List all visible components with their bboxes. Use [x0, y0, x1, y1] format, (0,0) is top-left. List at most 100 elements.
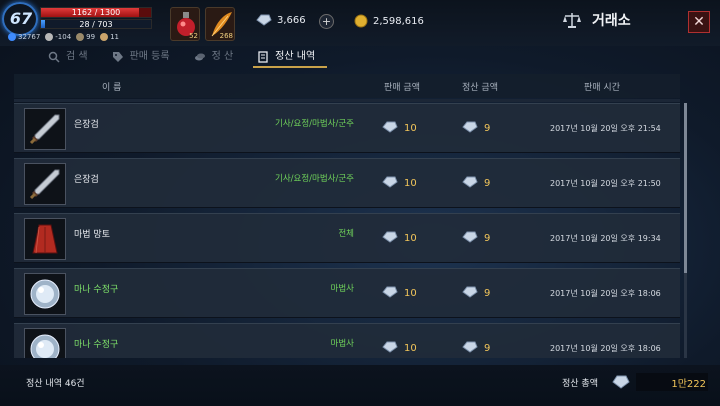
- sale-amount: 10: [382, 121, 417, 136]
- sale-amount: 10: [382, 286, 417, 301]
- settle-amount: 9: [462, 176, 490, 191]
- item-name: 마법 망토: [74, 230, 110, 240]
- sale-amount-value: 10: [404, 123, 417, 134]
- item-classes: 마법사: [330, 339, 354, 349]
- gold-amount: 2,598,616: [373, 15, 424, 27]
- skull-icon: [45, 33, 54, 41]
- item-name: 은장검: [74, 175, 99, 185]
- settle-amount-value: 9: [484, 178, 491, 189]
- stat-hunger-value: 11: [110, 33, 120, 41]
- settle-amount-value: 9: [484, 288, 491, 299]
- quick-slot-potion[interactable]: 52: [170, 7, 200, 41]
- diamond-icon: [382, 286, 398, 301]
- cloak-icon: [25, 224, 65, 263]
- document-icon: [258, 51, 268, 63]
- window-title: 거래소: [592, 13, 631, 29]
- top-status-bar: 67 1162 / 1300 28 / 703 32767 -104 99 11…: [0, 0, 720, 46]
- hp-text: 1162 / 1300: [71, 8, 121, 17]
- stat-exp-value: 32767: [18, 33, 41, 41]
- stat-karma-value: -104: [55, 33, 72, 41]
- tab-sell-register[interactable]: 판매 등록: [104, 46, 186, 68]
- tab-settle-history[interactable]: 정산 내역: [249, 46, 331, 68]
- settle-amount: 9: [462, 231, 490, 246]
- sale-amount: 10: [382, 176, 417, 191]
- gold-coin-icon: [354, 14, 368, 28]
- stat-hunger: 11: [100, 33, 119, 41]
- history-count: 정산 내역 46건: [26, 379, 85, 389]
- mp-bar: 28 / 703: [40, 19, 152, 29]
- settle-amount: 9: [462, 121, 490, 136]
- sale-amount-value: 10: [404, 233, 417, 244]
- stat-weight: 99: [76, 33, 95, 41]
- table-row[interactable]: 마나 수정구 마법사 10 9 2017년 10월 20일 오후 18:06: [14, 323, 680, 358]
- player-level: 67: [9, 9, 33, 28]
- weight-icon: [76, 33, 85, 41]
- diamond-icon: [462, 231, 478, 246]
- table-row[interactable]: 마나 수정구 마법사 10 9 2017년 10월 20일 오후 18:06: [14, 268, 680, 318]
- table-row[interactable]: 마법 망토 전체 10 9 2017년 10월 20일 오후 19:34: [14, 213, 680, 263]
- search-icon: [48, 51, 60, 63]
- sale-amount: 10: [382, 341, 417, 356]
- item-slot[interactable]: [24, 328, 66, 358]
- sword-icon: [25, 169, 65, 208]
- sale-amount-value: 10: [404, 343, 417, 354]
- settle-amount: 9: [462, 286, 490, 301]
- header-divider: [14, 99, 680, 102]
- item-classes: 전체: [338, 229, 354, 239]
- col-sale-time: 판매 시간: [584, 83, 620, 93]
- item-name: 마나 수정구: [74, 340, 119, 350]
- sale-time: 2017년 10월 20일 오후 19:34: [550, 234, 661, 243]
- scroll-thumb[interactable]: [684, 103, 687, 273]
- item-slot[interactable]: [24, 163, 66, 205]
- item-slot[interactable]: [24, 273, 66, 315]
- settle-amount-value: 9: [484, 343, 491, 354]
- item-slot[interactable]: [24, 108, 66, 150]
- diamond-icon: [462, 176, 478, 191]
- table-row[interactable]: 은장검 기사/요정/마법사/군주 10 9 2017년 10월 20일 오후 21:50: [14, 158, 680, 208]
- diamond-icon: [462, 341, 478, 356]
- tag-icon: [112, 52, 123, 62]
- coins-icon: [194, 53, 205, 61]
- item-name: 마나 수정구: [74, 285, 119, 295]
- hp-bar: 1162 / 1300: [40, 7, 152, 18]
- quick-slot-feather[interactable]: 268: [205, 7, 235, 41]
- footer-bar: 정산 내역 46건 정산 총액 1만222: [0, 365, 720, 406]
- stat-weight-value: 99: [86, 33, 96, 41]
- settlement-list[interactable]: 은장검 기사/요정/마법사/군주 10 9 2017년 10월 20일 오후 21:54…: [14, 103, 680, 358]
- item-slot[interactable]: [24, 218, 66, 260]
- diamond-icon: [382, 231, 398, 246]
- potion-count: 52: [189, 32, 198, 40]
- table-header: 이 름 판매 금액 정산 금액 판매 시간: [14, 74, 680, 98]
- col-settle-amount: 정산 금액: [462, 83, 498, 93]
- crystal-icon: [25, 334, 65, 358]
- tab-settle-history-label: 정산 내역: [275, 51, 316, 62]
- diamond-icon: [256, 14, 272, 26]
- crystal-icon: [25, 279, 65, 318]
- food-icon: [100, 33, 109, 41]
- tab-bar: 검 색 판매 등록 정 산 정산 내역: [40, 46, 331, 68]
- close-button[interactable]: ✕: [688, 11, 710, 33]
- close-icon: ✕: [693, 14, 705, 30]
- sword-icon: [25, 114, 65, 153]
- total-value: 1만222: [671, 379, 706, 390]
- list-scrollbar[interactable]: [684, 103, 687, 358]
- diamond-icon: [382, 341, 398, 356]
- item-name: 은장검: [74, 120, 99, 130]
- sale-time: 2017년 10월 20일 오후 21:54: [550, 124, 661, 133]
- col-name: 이 름: [102, 83, 122, 93]
- table-row[interactable]: 은장검 기사/요정/마법사/군주 10 9 2017년 10월 20일 오후 21:54: [14, 103, 680, 153]
- sale-time: 2017년 10월 20일 오후 18:06: [550, 289, 661, 298]
- item-classes: 기사/요정/마법사/군주: [275, 174, 354, 184]
- tab-search[interactable]: 검 색: [40, 46, 104, 68]
- diamond-icon: [462, 121, 478, 136]
- tab-settle-label: 정 산: [211, 51, 234, 62]
- sale-time: 2017년 10월 20일 오후 21:50: [550, 179, 661, 188]
- tab-settle[interactable]: 정 산: [186, 46, 250, 68]
- player-stats: 32767 -104 99 11: [8, 31, 119, 43]
- col-sale-amount: 판매 금액: [384, 83, 420, 93]
- add-currency-button[interactable]: +: [319, 14, 334, 29]
- mp-text: 28 / 703: [79, 20, 113, 29]
- item-classes: 기사/요정/마법사/군주: [275, 119, 354, 129]
- tab-sell-register-label: 판매 등록: [129, 51, 170, 62]
- diamond-icon: [382, 121, 398, 136]
